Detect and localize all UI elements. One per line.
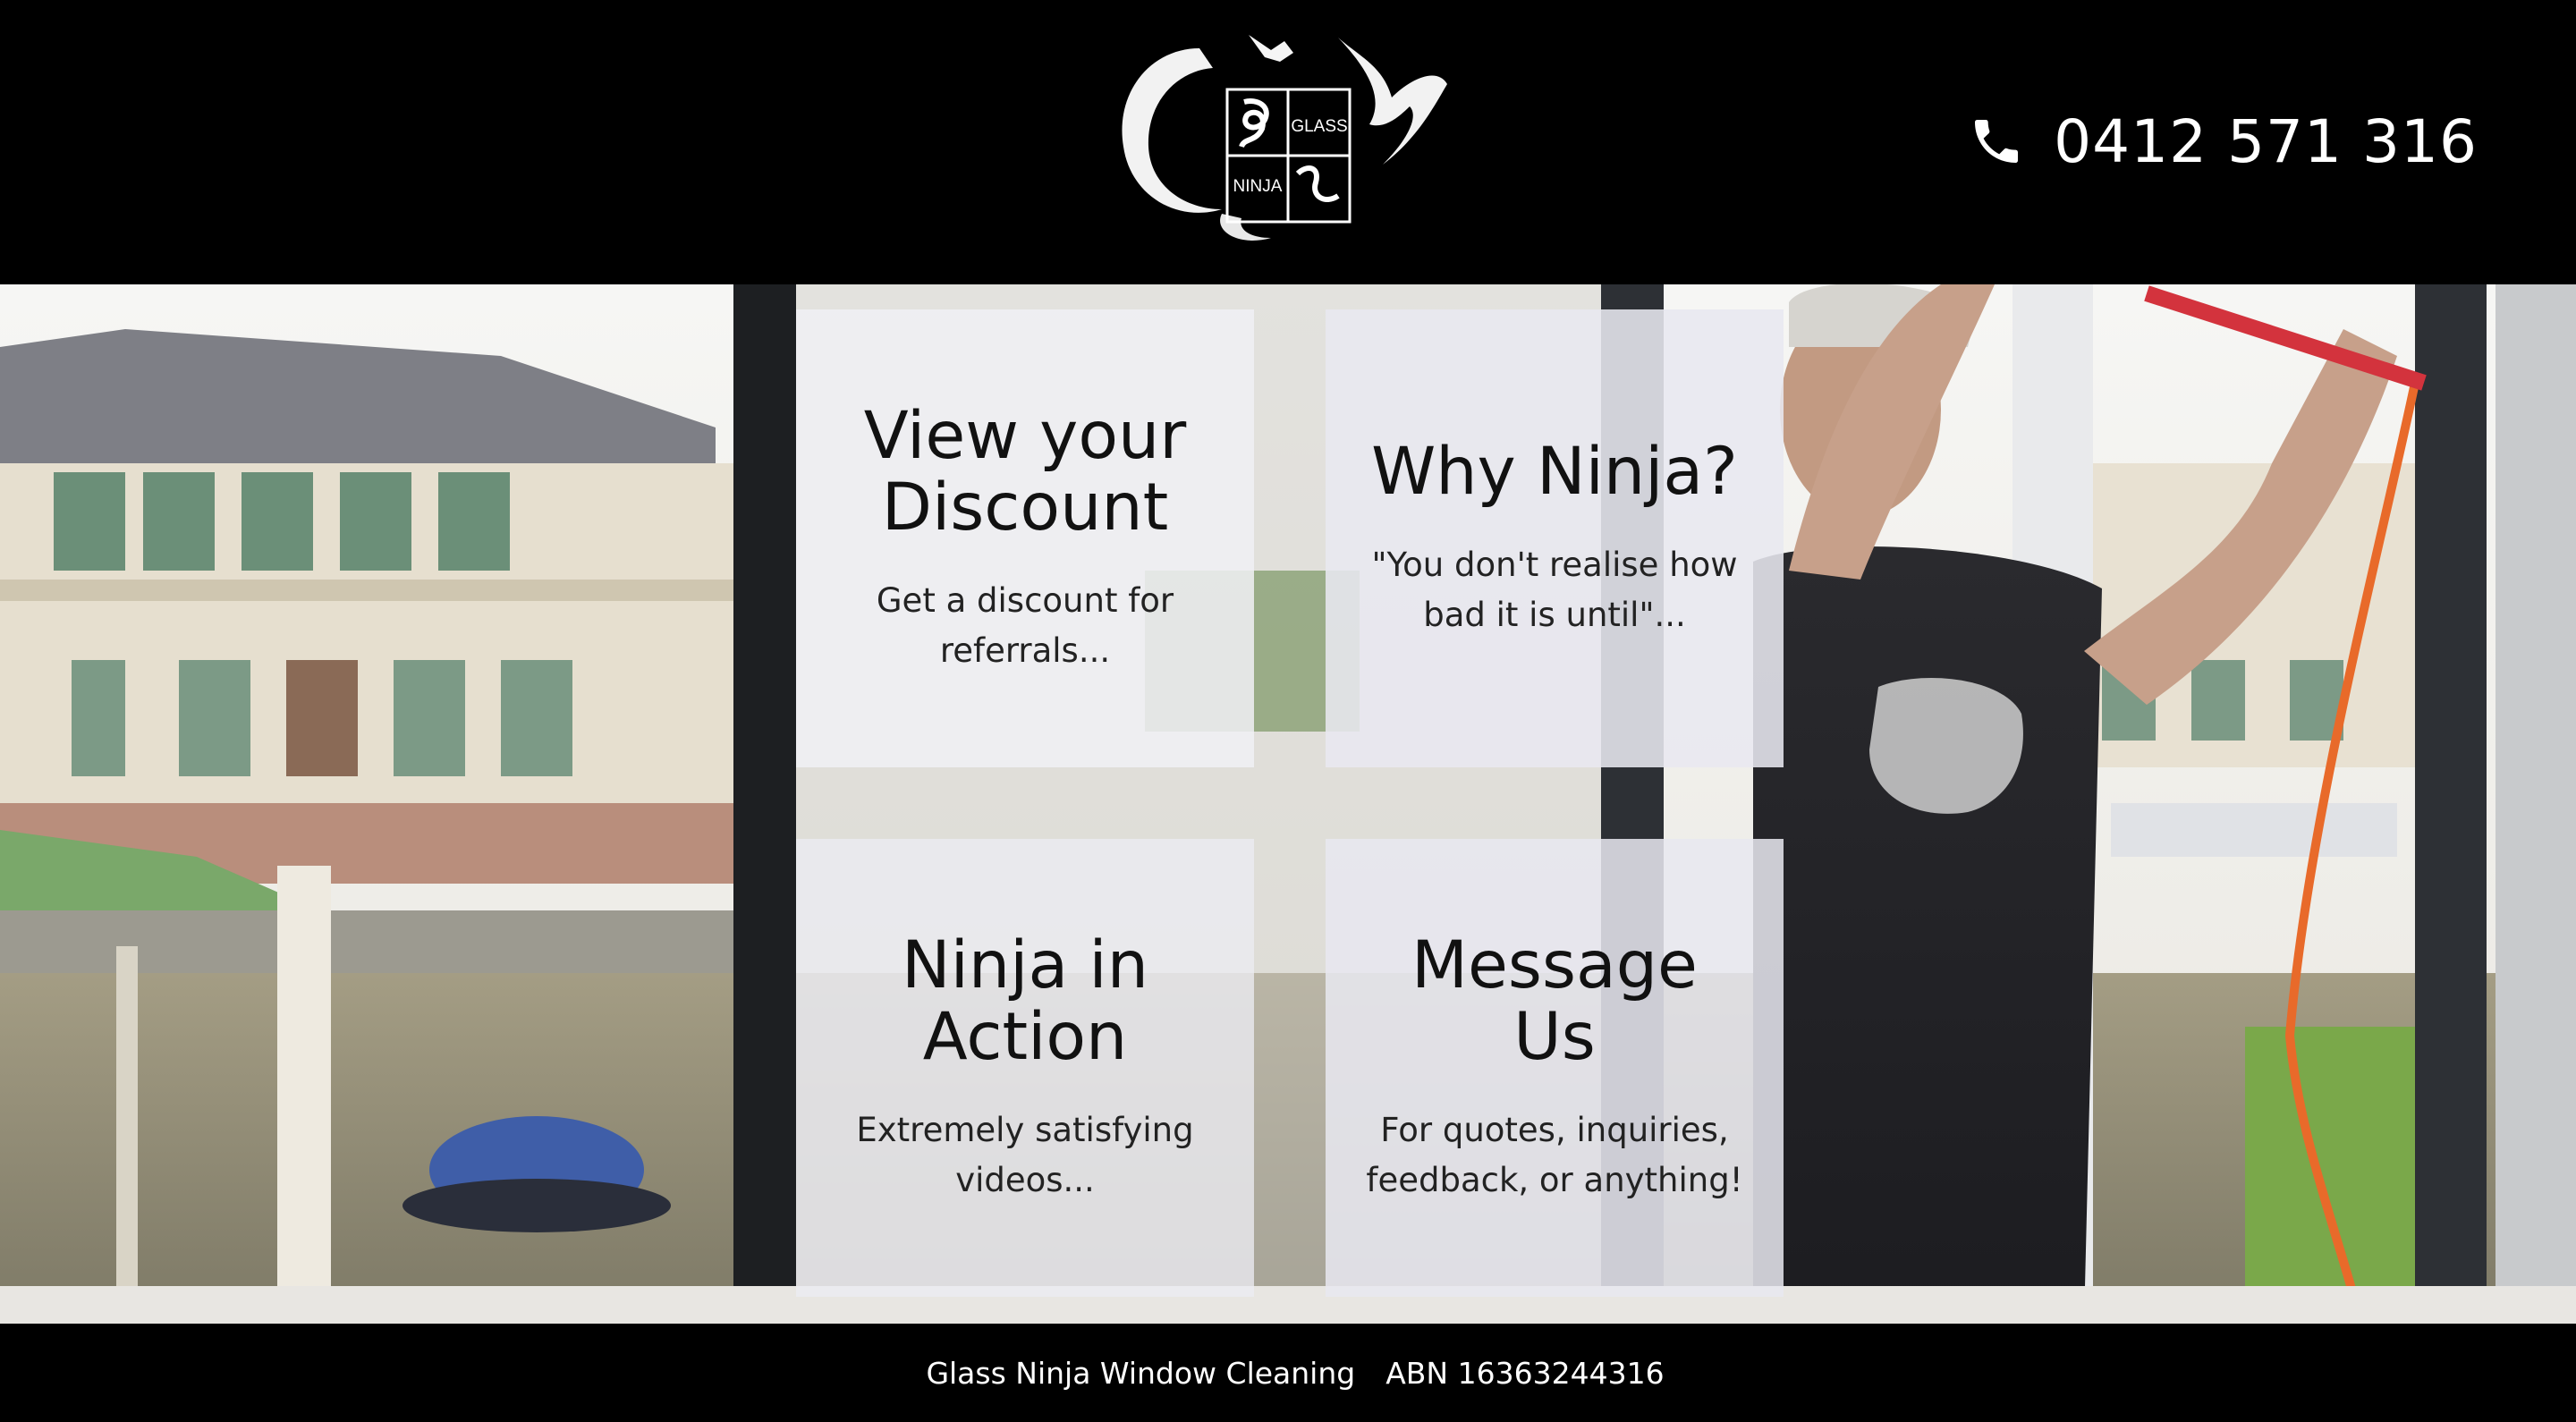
card-title: View your Discount <box>863 398 1187 546</box>
card-view-discount[interactable]: View your Discount Get a discount for re… <box>796 309 1254 767</box>
site-footer: Glass Ninja Window Cleaning ABN 16363244… <box>0 1324 2576 1422</box>
hero-section: View your Discount Get a discount for re… <box>0 284 2576 1324</box>
phone-number[interactable]: 0412 571 316 <box>2054 107 2478 176</box>
site-header: GLASS NINJA 0412 571 316 <box>0 0 2576 284</box>
card-title: Why Ninja? <box>1371 434 1738 510</box>
logo-word-ninja: NINJA <box>1233 177 1283 196</box>
card-description: "You don't realise how bad it is until".… <box>1371 546 1738 634</box>
card-ninja-in-action[interactable]: Ninja in Action Extremely satisfying vid… <box>796 839 1254 1297</box>
glass-ninja-logo[interactable]: GLASS NINJA <box>1114 30 1451 247</box>
phone-icon <box>1975 120 2019 163</box>
footer-company-name: Glass Ninja Window Cleaning <box>926 1355 1356 1391</box>
card-title: Message Us <box>1411 927 1698 1075</box>
card-description: Extremely satisfying videos... <box>856 1111 1194 1199</box>
card-message-us[interactable]: Message Us For quotes, inquiries, feedba… <box>1326 839 1784 1297</box>
footer-abn: ABN 16363244316 <box>1385 1355 1665 1391</box>
card-description: Get a discount for referrals... <box>876 581 1174 670</box>
hero-background-image <box>0 284 2576 1324</box>
logo-word-glass: GLASS <box>1291 117 1347 136</box>
page: GLASS NINJA 0412 571 316 View your Disco… <box>0 0 2576 1422</box>
card-description: For quotes, inquiries, feedback, or anyt… <box>1366 1111 1743 1199</box>
phone-link[interactable]: 0412 571 316 <box>1968 106 2478 177</box>
card-title: Ninja in Action <box>902 927 1148 1075</box>
card-why-ninja[interactable]: Why Ninja? "You don't realise how bad it… <box>1326 309 1784 767</box>
